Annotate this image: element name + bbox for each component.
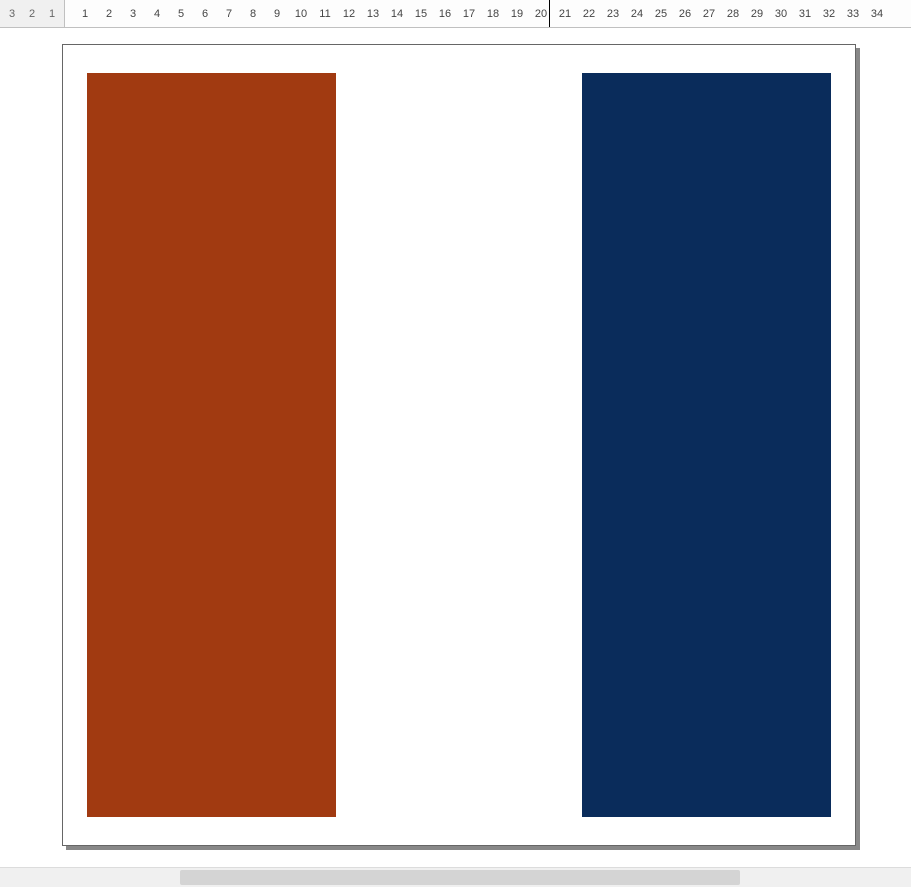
ruler-tick: 15: [409, 8, 433, 20]
ruler-tick: 12: [337, 8, 361, 20]
page-wrapper: [62, 44, 856, 846]
flag-stripe-left[interactable]: [87, 73, 336, 817]
ruler-margin-marker[interactable]: [549, 0, 550, 27]
ruler-left-margin: 3 2 1: [0, 0, 65, 27]
ruler-tick: 14: [385, 8, 409, 20]
ruler-tick: 21: [553, 8, 577, 20]
flag-graphic: [87, 73, 831, 817]
ruler-tick: 28: [721, 8, 745, 20]
ruler-tick: 18: [481, 8, 505, 20]
horizontal-scrollbar-thumb[interactable]: [180, 870, 740, 885]
ruler-tick: 3: [2, 8, 22, 20]
ruler-tick: 16: [433, 8, 457, 20]
ruler-tick: 17: [457, 8, 481, 20]
ruler-tick: 2: [22, 8, 42, 20]
ruler-tick: 25: [649, 8, 673, 20]
ruler-tick: 19: [505, 8, 529, 20]
ruler-tick: 33: [841, 8, 865, 20]
ruler-tick: 22: [577, 8, 601, 20]
ruler-tick: 23: [601, 8, 625, 20]
document-page[interactable]: [62, 44, 856, 846]
ruler-tick: 29: [745, 8, 769, 20]
ruler-tick: 1: [73, 8, 97, 20]
ruler-tick: 27: [697, 8, 721, 20]
ruler-tick: 6: [193, 8, 217, 20]
ruler-tick: 34: [865, 8, 889, 20]
ruler-tick: 9: [265, 8, 289, 20]
ruler-tick: 30: [769, 8, 793, 20]
ruler-tick: 13: [361, 8, 385, 20]
ruler-tick: 10: [289, 8, 313, 20]
horizontal-ruler[interactable]: 3 2 1 1 2 3 4 5 6 7 8 9 10 11 12 13 14 1…: [0, 0, 911, 28]
flag-stripe-middle[interactable]: [340, 73, 578, 817]
ruler-tick: 32: [817, 8, 841, 20]
ruler-tick: 1: [42, 8, 62, 20]
ruler-tick: 24: [625, 8, 649, 20]
document-canvas[interactable]: [0, 28, 911, 865]
ruler-tick: 26: [673, 8, 697, 20]
ruler-main-area: 1 2 3 4 5 6 7 8 9 10 11 12 13 14 15 16 1…: [65, 0, 911, 27]
ruler-tick: 7: [217, 8, 241, 20]
ruler-tick: 5: [169, 8, 193, 20]
flag-stripe-right[interactable]: [582, 73, 831, 817]
ruler-tick: 2: [97, 8, 121, 20]
ruler-tick: 3: [121, 8, 145, 20]
ruler-tick: 8: [241, 8, 265, 20]
ruler-tick: 31: [793, 8, 817, 20]
horizontal-scrollbar[interactable]: [0, 867, 911, 887]
ruler-tick: 11: [313, 8, 337, 20]
ruler-tick: 4: [145, 8, 169, 20]
